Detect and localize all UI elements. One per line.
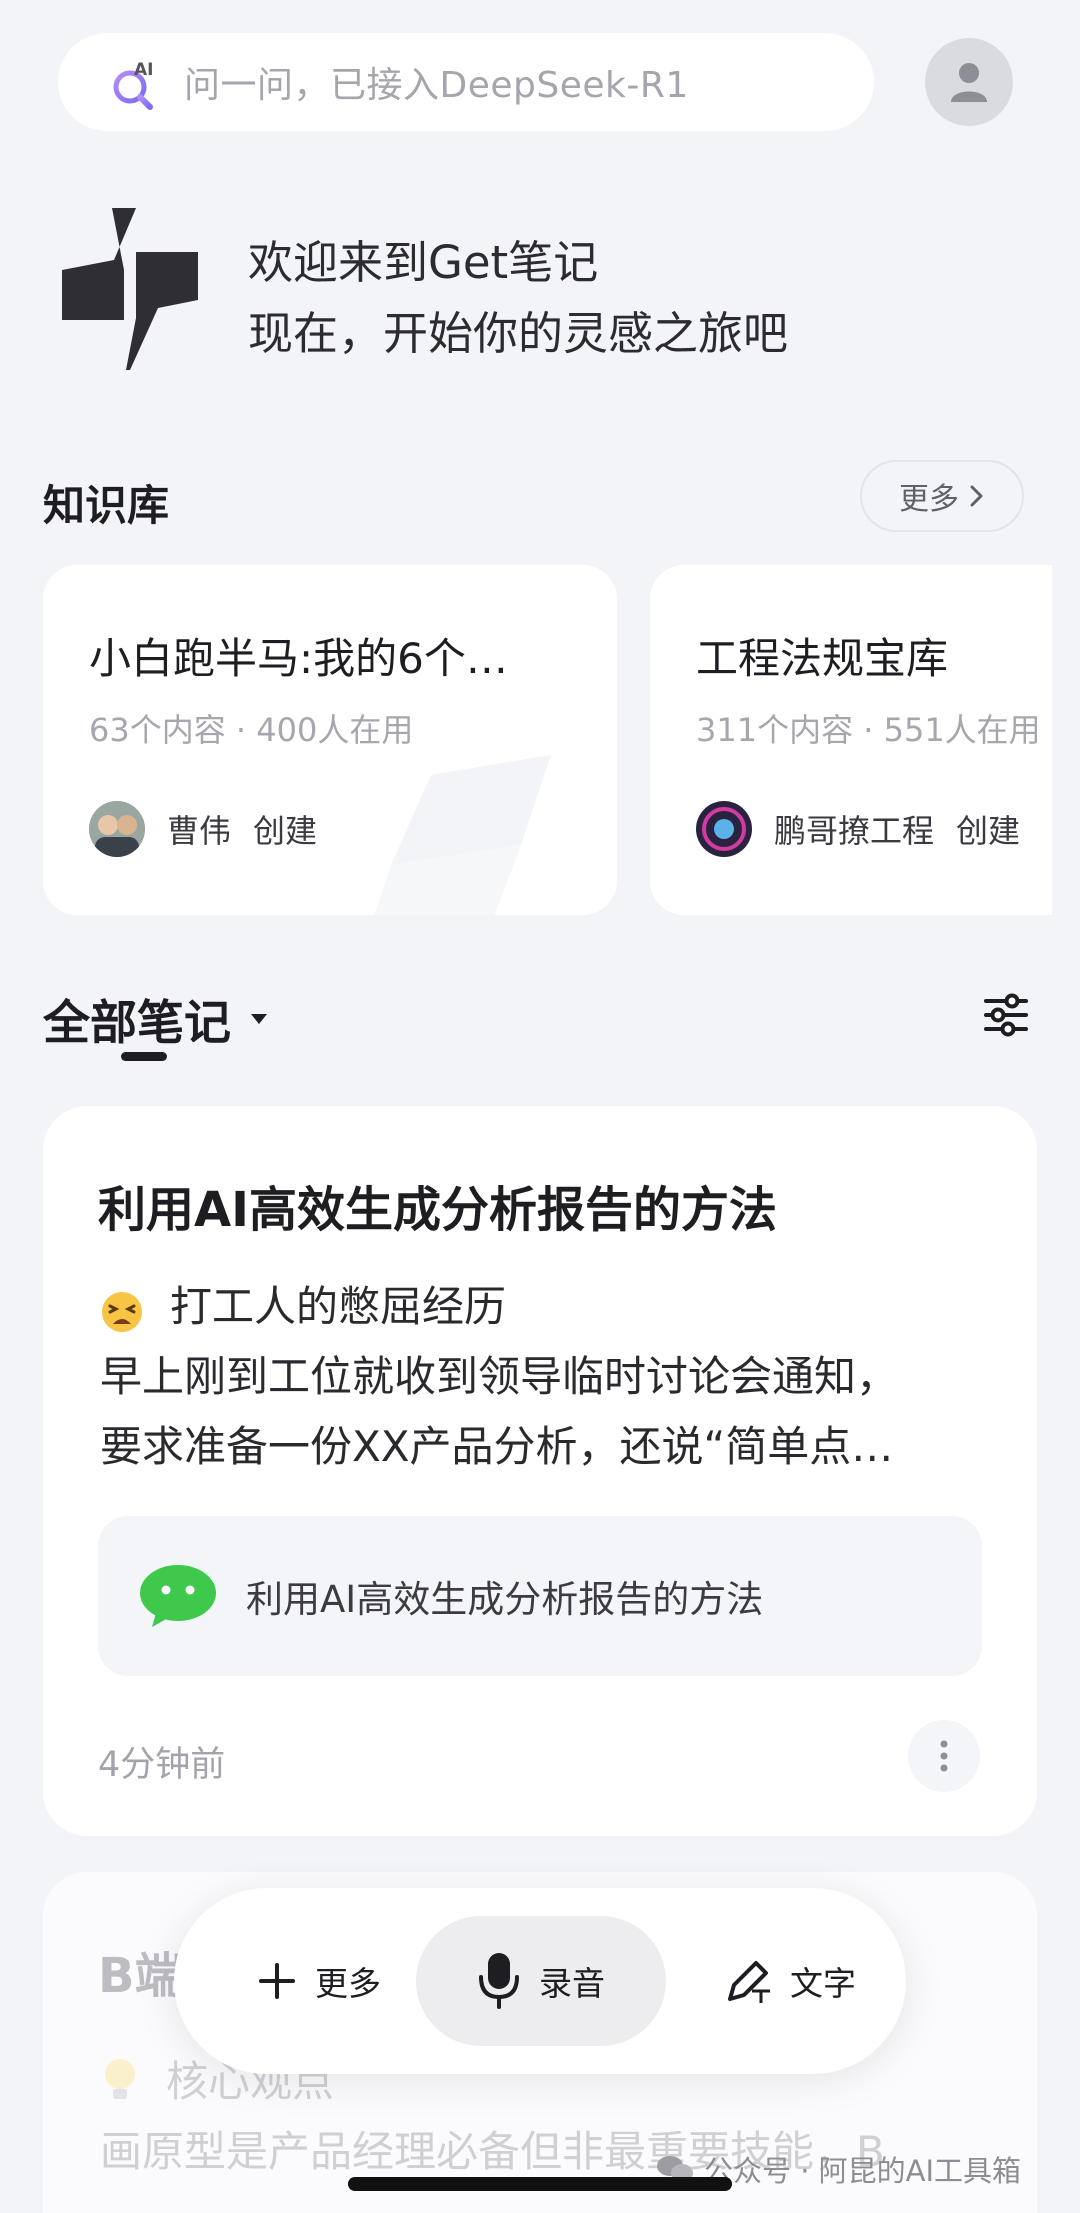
all-notes-dropdown[interactable]: 全部笔记: [43, 984, 269, 1053]
plus-icon: [259, 1963, 295, 1999]
creator-name: 鹏哥撩工程: [774, 812, 935, 850]
created-label: 创建: [956, 812, 1021, 850]
note-line: 早上刚到工位就收到领导临时讨论会通知，: [100, 1352, 899, 1401]
svg-text:AI: AI: [134, 60, 153, 80]
add-more-label: 更多: [315, 1964, 381, 2003]
note-preview: 打工人的憋屈经历 早上刚到工位就收到领导临时讨论会通知， 要求准备一份XX产品分…: [100, 1272, 980, 1482]
record-label: 录音: [539, 1964, 605, 2003]
text-note-label: 文字: [790, 1964, 856, 2003]
user-icon: [951, 63, 987, 102]
creator-name: 曹伟: [167, 812, 232, 850]
knowledge-base-more-button[interactable]: 更多: [860, 460, 1024, 532]
microphone-icon: [479, 1953, 519, 2009]
add-more-button[interactable]: 更多: [234, 1916, 404, 2046]
kb-card-title: 工程法规宝库: [696, 634, 949, 683]
text-note-button[interactable]: 文字: [710, 1916, 870, 2046]
knowledge-base-title: 知识库: [43, 481, 170, 530]
note-timestamp: 4分钟前: [98, 1745, 226, 1785]
filter-icon[interactable]: [983, 992, 1029, 1038]
note-title: B端: [98, 1948, 183, 2004]
get-notes-logo: [62, 208, 198, 370]
chevron-right-icon: [970, 485, 983, 507]
profile-avatar-button[interactable]: [925, 38, 1013, 126]
wechat-icon: [140, 1565, 216, 1627]
watermark-text: 公众号 · 阿昆的AI工具箱: [704, 2154, 1022, 2188]
note-card[interactable]: 利用AI高效生成分析报告的方法 打工人的憋屈经历 早上刚到工位就收到领导临时讨论…: [43, 1106, 1037, 1836]
creator-avatar: [696, 801, 752, 857]
note-title: 利用AI高效生成分析报告的方法: [98, 1182, 778, 1238]
note-subtitle: 打工人的憋屈经历: [170, 1282, 507, 1331]
note-more-options-button[interactable]: [908, 1720, 980, 1792]
more-vertical-icon: [940, 1740, 948, 1772]
home-indicator[interactable]: [348, 2177, 732, 2191]
creator-avatar: [89, 801, 145, 857]
search-placeholder: 问一问，已接入DeepSeek-R1: [184, 65, 689, 106]
kb-card-creator: 曹伟 创建: [89, 801, 317, 857]
note-source-link[interactable]: 利用AI高效生成分析报告的方法: [98, 1516, 982, 1676]
card-watermark-icon: [374, 755, 551, 915]
knowledge-base-carousel[interactable]: 小白跑半马:我的6个… 63个内容 · 400人在用 曹伟 创建 工程法规宝库 …: [0, 565, 1052, 915]
note-line: 要求准备一份XX产品分析，还说“简单点…: [100, 1422, 894, 1471]
pen-icon: [728, 1961, 770, 2003]
search-bar[interactable]: AI 问一问，已接入DeepSeek-R1: [58, 33, 874, 131]
knowledge-base-card[interactable]: 工程法规宝库 311个内容 · 551人在用 鹏哥撩工程 创建: [650, 565, 1052, 915]
welcome-title: 欢迎来到Get笔记: [248, 236, 599, 289]
created-label: 创建: [253, 812, 318, 850]
all-notes-title: 全部笔记: [43, 996, 231, 1051]
kb-card-meta: 311个内容 · 551人在用: [696, 711, 1041, 749]
ai-search-icon: AI: [108, 57, 158, 110]
more-label: 更多: [899, 482, 959, 517]
note-source-title: 利用AI高效生成分析报告的方法: [246, 1578, 764, 1621]
caret-down-icon: [251, 1013, 267, 1024]
tired-face-icon: [100, 1285, 144, 1332]
kb-card-title: 小白跑半马:我的6个…: [89, 634, 508, 683]
kb-card-creator: 鹏哥撩工程 创建: [696, 801, 1020, 857]
light-bulb-icon: [105, 2058, 135, 2099]
bottom-action-bar: 更多 录音 文字: [174, 1888, 906, 2074]
record-button[interactable]: 录音: [416, 1916, 666, 2046]
welcome-subtitle: 现在，开始你的灵感之旅吧: [248, 307, 789, 360]
tab-indicator: [121, 1052, 167, 1061]
knowledge-base-card[interactable]: 小白跑半马:我的6个… 63个内容 · 400人在用 曹伟 创建: [43, 565, 617, 915]
kb-card-meta: 63个内容 · 400人在用: [89, 711, 414, 749]
